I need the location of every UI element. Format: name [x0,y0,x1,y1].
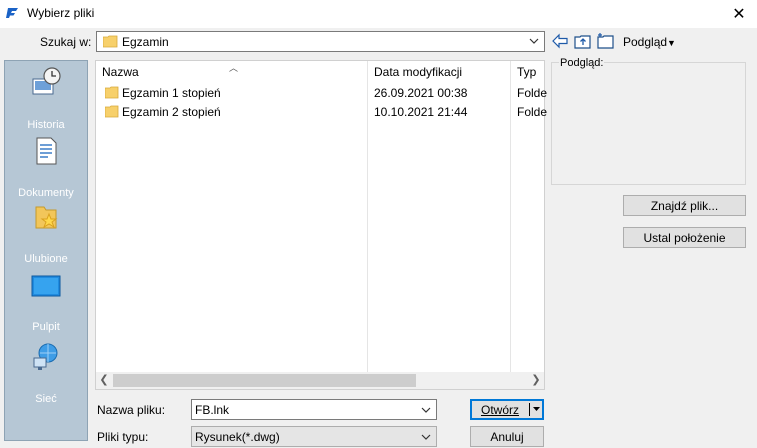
lookin-value: Egzamin [122,35,169,49]
scroll-left-icon[interactable]: ❮ [96,373,112,388]
close-button[interactable]: ✕ [721,0,757,28]
column-header-name[interactable]: Nazwa [102,65,139,79]
file-open-dialog: Wybierz pliki ✕ Szukaj w: Egzamin Podglą… [0,0,757,448]
file-name: Egzamin 2 stopień [122,105,221,119]
file-date: 26.09.2021 00:38 [374,86,468,100]
column-header-type[interactable]: Typ [517,65,536,79]
folder-icon [103,35,118,48]
file-list[interactable]: ︿ Nazwa Data modyfikacji Typ Egzamin 1 s… [95,60,548,390]
place-label: Sieć [35,393,57,405]
filename-label: Nazwa pliku: [97,403,166,417]
chevron-down-icon[interactable] [420,403,432,417]
place-label: Dokumenty [18,187,74,199]
places-bar: Historia Dokumenty Ulubione Pulpit Sieć [4,60,88,441]
preview-menu-label: Podgląd [623,35,668,49]
up-folder-icon[interactable] [574,32,592,50]
filetype-select[interactable]: Rysunek(*.dwg) [191,426,437,447]
scroll-right-icon[interactable]: ❯ [528,373,544,388]
new-folder-icon[interactable] [597,32,615,50]
place-dokumenty[interactable]: Dokumenty [5,135,87,199]
preview-pane [551,62,746,185]
open-button-label[interactable]: Otwórz [471,400,529,419]
place-label: Ulubione [24,253,68,265]
file-type: Folde [517,105,548,119]
horizontal-scrollbar[interactable]: ❮ ❯ [96,372,544,389]
place-pulpit[interactable]: Pulpit [5,273,87,333]
app-logo-icon [6,8,18,18]
folder-icon [105,86,119,99]
split-divider [529,403,530,416]
chevron-down-icon [529,38,539,44]
file-name: Egzamin 1 stopień [122,86,221,100]
filetype-label: Pliki typu: [97,430,149,444]
back-arrow-icon[interactable] [551,32,569,50]
filename-value: FB.lnk [195,403,230,417]
preview-menu-button[interactable]: Podgląd▼ [623,35,676,49]
sort-ascending-icon: ︿ [229,63,239,73]
place-siec[interactable]: Sieć [5,341,87,405]
set-location-button[interactable]: Ustal położenie [623,227,746,248]
place-label: Pulpit [32,321,60,333]
table-row[interactable]: Egzamin 1 stopień 26.09.2021 00:38 Folde [96,83,548,103]
file-date: 10.10.2021 21:44 [374,105,468,119]
title-bar: Wybierz pliki ✕ [0,0,757,28]
lookin-label: Szukaj w: [40,35,92,49]
preview-label: Podgląd: [559,57,605,69]
open-button[interactable]: Otwórz [470,399,544,420]
favorites-icon [35,206,58,229]
network-icon [33,343,58,370]
chevron-down-icon [421,434,431,440]
close-icon: ✕ [732,6,746,23]
dropdown-arrow-icon[interactable] [532,404,541,414]
filename-field[interactable]: FB.lnk [191,399,437,420]
folder-icon [105,105,119,118]
filetype-value: Rysunek(*.dwg) [195,430,280,444]
window-title: Wybierz pliki [27,6,95,20]
place-ulubione[interactable]: Ulubione [5,201,87,265]
column-header-date[interactable]: Data modyfikacji [374,65,462,79]
history-icon [32,67,61,95]
scrollbar-thumb[interactable] [113,374,416,387]
place-historia[interactable]: Historia [5,65,87,131]
place-label: Historia [27,119,65,131]
lookin-combobox[interactable]: Egzamin [96,31,545,52]
documents-icon [36,137,57,165]
file-type: Folde [517,86,548,100]
table-row[interactable]: Egzamin 2 stopień 10.10.2021 21:44 Folde [96,102,548,122]
cancel-button[interactable]: Anuluj [470,426,544,447]
dropdown-caret-icon: ▼ [667,38,676,48]
find-file-button[interactable]: Znajdź plik... [623,195,746,216]
desktop-icon [31,275,61,297]
